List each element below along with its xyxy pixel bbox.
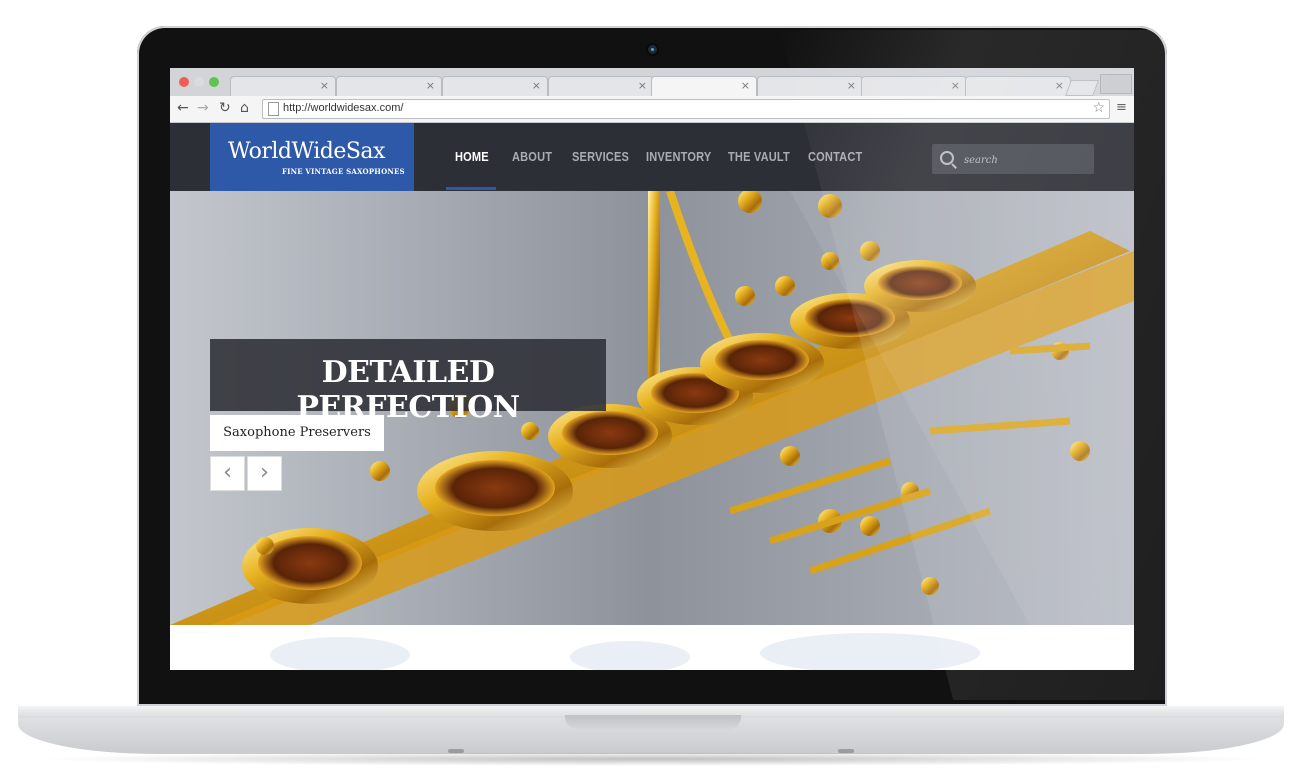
close-icon[interactable]: × bbox=[1055, 79, 1064, 92]
minimize-window-button[interactable] bbox=[194, 77, 204, 87]
site-header: WorldWideSax FINE VINTAGE SAXOPHONES HOM… bbox=[170, 123, 1134, 191]
hero-subtitle-button[interactable]: Saxophone Preservers bbox=[210, 415, 384, 451]
page-icon bbox=[268, 102, 279, 116]
laptop-screen: × × × × × × × × ← → ↻ ⌂ http://worldwide… bbox=[170, 68, 1134, 670]
browser-tab[interactable]: × bbox=[442, 76, 548, 97]
chevron-right-icon: › bbox=[260, 460, 269, 485]
browser-tab[interactable]: × bbox=[548, 76, 654, 97]
browser-tab[interactable]: × bbox=[861, 76, 967, 97]
browser-tab[interactable]: × bbox=[965, 76, 1071, 97]
browser-tab-bar: × × × × × × × × bbox=[170, 68, 1134, 97]
nav-home[interactable]: HOME bbox=[455, 149, 489, 164]
browser-tab[interactable]: × bbox=[336, 76, 442, 97]
browser-tab[interactable]: × bbox=[757, 76, 863, 97]
reload-icon[interactable]: ↻ bbox=[219, 100, 231, 116]
close-icon[interactable]: × bbox=[847, 79, 856, 92]
forward-icon[interactable]: → bbox=[197, 100, 209, 116]
nav-the-vault[interactable]: THE VAULT bbox=[728, 149, 790, 164]
chevron-left-icon: ‹ bbox=[223, 460, 232, 485]
search-input[interactable] bbox=[962, 150, 1091, 170]
close-icon[interactable]: × bbox=[426, 79, 435, 92]
search-box bbox=[932, 144, 1094, 174]
content-section bbox=[170, 625, 1134, 670]
laptop-notch bbox=[565, 715, 741, 729]
logo-subtitle: FINE VINTAGE SAXOPHONES bbox=[282, 167, 405, 176]
address-bar[interactable]: http://worldwidesax.com/ ☆ bbox=[262, 99, 1110, 119]
hero-subtitle: Saxophone Preservers bbox=[223, 425, 371, 440]
window-control[interactable] bbox=[1100, 74, 1132, 94]
logo-title: WorldWideSax bbox=[228, 139, 385, 164]
close-window-button[interactable] bbox=[179, 77, 189, 87]
camera-icon bbox=[648, 45, 657, 54]
browser-toolbar: ← → ↻ ⌂ http://worldwidesax.com/ ☆ ≡ bbox=[170, 96, 1134, 123]
laptop-shadow bbox=[30, 752, 1272, 766]
browser-tab-active[interactable]: × bbox=[651, 76, 757, 97]
close-icon[interactable]: × bbox=[741, 79, 750, 92]
slider-next-button[interactable]: › bbox=[247, 456, 282, 491]
hero-title-box: DETAILED PERFECTION bbox=[210, 339, 606, 425]
back-icon[interactable]: ← bbox=[177, 100, 189, 116]
nav-services[interactable]: SERVICES bbox=[572, 149, 629, 164]
close-icon[interactable]: × bbox=[320, 79, 329, 92]
star-icon[interactable]: ☆ bbox=[1092, 100, 1105, 116]
world-map-graphic bbox=[270, 633, 980, 670]
nav-contact[interactable]: CONTACT bbox=[808, 149, 862, 164]
new-tab-button[interactable] bbox=[1065, 80, 1099, 96]
slider-prev-button[interactable]: ‹ bbox=[210, 456, 245, 491]
site-logo[interactable]: WorldWideSax FINE VINTAGE SAXOPHONES bbox=[210, 123, 414, 191]
browser-tab[interactable]: × bbox=[230, 76, 336, 97]
close-icon[interactable]: × bbox=[532, 79, 541, 92]
nav-about[interactable]: ABOUT bbox=[512, 149, 552, 164]
hero-slider: DETAILED PERFECTION Saxophone Preservers… bbox=[170, 191, 1134, 625]
menu-icon[interactable]: ≡ bbox=[1116, 100, 1127, 115]
url-text[interactable]: http://worldwidesax.com/ bbox=[283, 102, 403, 114]
nav-inventory[interactable]: INVENTORY bbox=[646, 149, 711, 164]
close-icon[interactable]: × bbox=[951, 79, 960, 92]
nav-active-indicator bbox=[446, 187, 496, 190]
close-icon[interactable]: × bbox=[638, 79, 647, 92]
home-icon[interactable]: ⌂ bbox=[240, 100, 249, 116]
search-icon[interactable] bbox=[940, 151, 954, 165]
maximize-window-button[interactable] bbox=[209, 77, 219, 87]
